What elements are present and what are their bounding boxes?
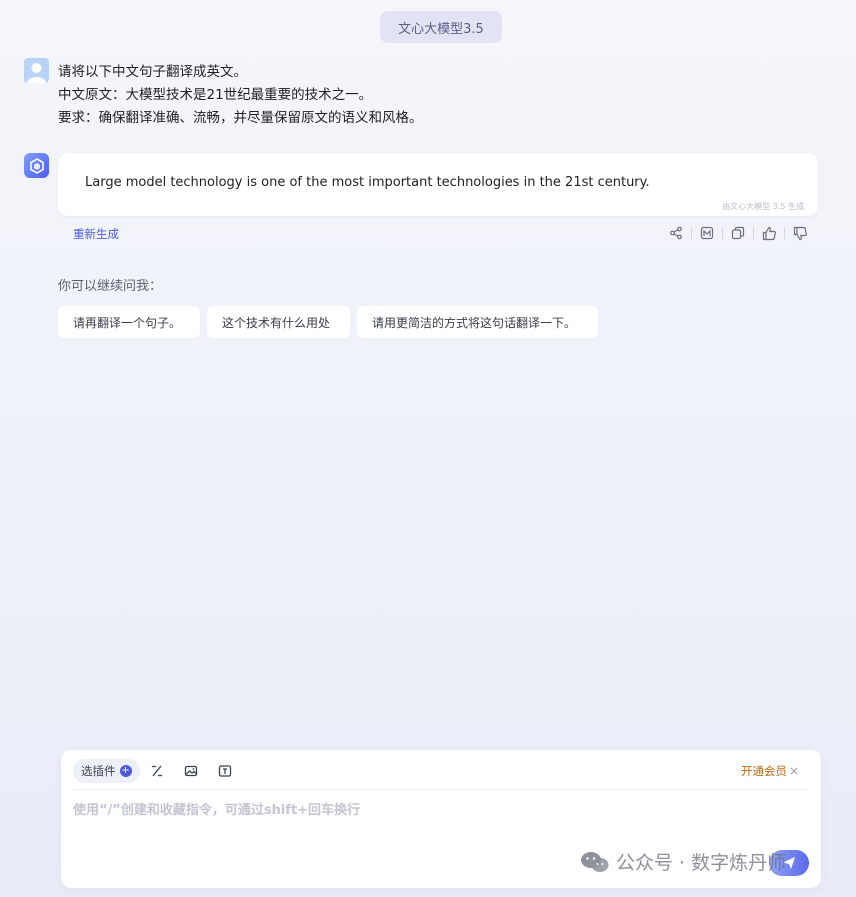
user-message-line: 要求：确保翻译准确、流畅，并尽量保留原文的语义和风格。 xyxy=(58,110,423,126)
instruction-icon[interactable] xyxy=(140,759,174,783)
document-icon[interactable] xyxy=(208,759,242,783)
generation-credit: 由文心大模型 3.5 生成 xyxy=(722,202,804,211)
suggestion-chip[interactable]: 这个技术有什么用处 xyxy=(207,306,350,338)
vip-promo[interactable]: 开通会员 × xyxy=(741,763,799,779)
composer-toolbar: 选插件 + xyxy=(73,759,242,783)
suggestion-chip[interactable]: 请用更简洁的方式将这句话翻译一下。 xyxy=(357,306,598,338)
mindmap-icon[interactable] xyxy=(696,222,718,244)
model-badge[interactable]: 文心大模型3.5 xyxy=(380,11,502,43)
image-icon[interactable] xyxy=(174,759,208,783)
select-plugin-label: 选插件 xyxy=(81,764,116,778)
share-icon[interactable] xyxy=(665,222,687,244)
vip-label: 开通会员 xyxy=(740,764,787,778)
followup-title: 你可以继续问我： xyxy=(58,279,163,294)
user-avatar xyxy=(24,58,49,83)
action-separator xyxy=(753,227,754,239)
thumbs-up-icon[interactable] xyxy=(758,222,780,244)
copy-icon[interactable] xyxy=(727,222,749,244)
thumbs-down-icon[interactable] xyxy=(789,222,811,244)
regenerate-button[interactable]: 重新生成 xyxy=(73,226,119,242)
suggestion-chip[interactable]: 请再翻译一个句子。 xyxy=(58,306,200,338)
plus-icon: + xyxy=(119,765,132,777)
bot-message-bubble: Large model technology is one of the mos… xyxy=(58,153,818,216)
prompt-input[interactable] xyxy=(73,798,773,822)
action-separator xyxy=(784,227,785,239)
action-separator xyxy=(722,227,723,239)
user-message-line: 中文原文：大模型技术是21世纪最重要的技术之一。 xyxy=(58,87,373,103)
bot-message-text: Large model technology is one of the mos… xyxy=(85,175,650,190)
user-message: 请将以下中文句子翻译成英文。 中文原文：大模型技术是21世纪最重要的技术之一。 … xyxy=(58,61,423,130)
select-plugin-button[interactable]: 选插件 + xyxy=(73,759,140,783)
followup-suggestions: 请再翻译一个句子。 这个技术有什么用处 请用更简洁的方式将这句话翻译一下。 xyxy=(58,306,598,338)
action-separator xyxy=(691,227,692,239)
close-icon[interactable]: × xyxy=(789,764,799,778)
send-icon xyxy=(783,857,795,869)
message-composer: 选插件 + 开通会员 × xyxy=(61,750,821,888)
composer-divider xyxy=(73,789,809,790)
message-actions xyxy=(665,222,811,244)
user-message-line: 请将以下中文句子翻译成英文。 xyxy=(58,64,247,80)
send-button[interactable] xyxy=(769,850,809,876)
bot-avatar-icon xyxy=(24,153,49,178)
